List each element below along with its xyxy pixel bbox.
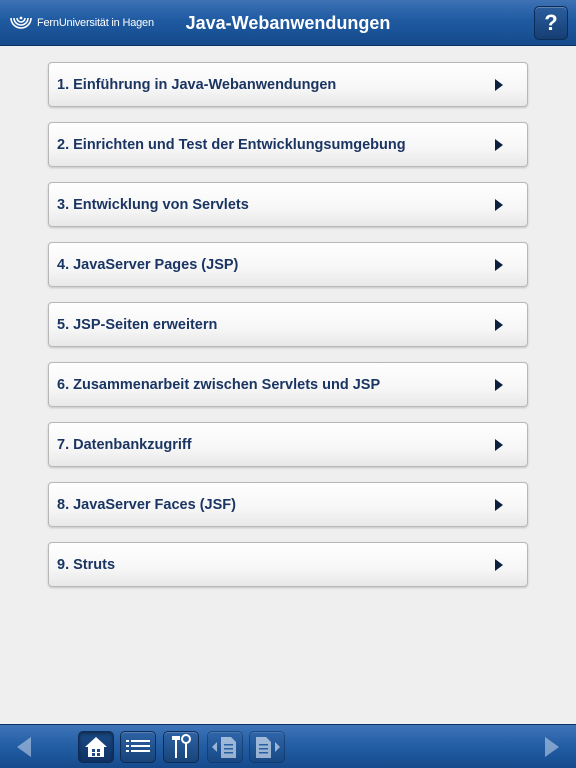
chevron-right-icon [495, 319, 503, 331]
chapter-label: 7. Datenbankzugriff [57, 437, 192, 453]
next-page-button[interactable] [249, 731, 285, 763]
chevron-right-icon [495, 199, 503, 211]
help-button[interactable]: ? [534, 6, 568, 40]
bottom-toolbar [0, 724, 576, 768]
chevron-right-icon [495, 439, 503, 451]
chevron-right-icon [495, 379, 503, 391]
chevron-right-icon [495, 139, 503, 151]
chevron-right-icon [495, 79, 503, 91]
chapter-item-7[interactable]: 7. Datenbankzugriff [48, 422, 528, 467]
chapter-label: 3. Entwicklung von Servlets [57, 197, 249, 213]
tools-button[interactable] [163, 731, 199, 763]
chevron-right-icon [495, 259, 503, 271]
page-title: Java-Webanwendungen [185, 13, 391, 33]
chapter-label: 2. Einrichten und Test der Entwicklungsu… [57, 137, 406, 153]
contents-button[interactable] [120, 731, 156, 763]
chapter-item-5[interactable]: 5. JSP-Seiten erweitern [48, 302, 528, 347]
home-button[interactable] [78, 731, 114, 763]
chapter-item-2[interactable]: 2. Einrichten und Test der Entwicklungsu… [48, 122, 528, 167]
chapter-item-4[interactable]: 4. JavaServer Pages (JSP) [48, 242, 528, 287]
chapter-item-3[interactable]: 3. Entwicklung von Servlets [48, 182, 528, 227]
tools-icon [172, 734, 191, 758]
chapter-label: 4. JavaServer Pages (JSP) [57, 257, 239, 273]
chapter-item-9[interactable]: 9. Struts [48, 542, 528, 587]
previous-page-button[interactable] [207, 731, 243, 763]
list-icon [126, 740, 150, 752]
forward-arrow-icon [545, 737, 559, 757]
chapter-label: 9. Struts [57, 557, 116, 573]
chapter-list: 1. Einführung in Java-Webanwendungen 2. … [48, 62, 528, 602]
next-page-icon [256, 737, 280, 758]
back-arrow-icon [17, 737, 31, 757]
header-bar: FernUniversität in Hagen Java-Webanwendu… [0, 0, 576, 46]
chapter-item-8[interactable]: 8. JavaServer Faces (JSF) [48, 482, 528, 527]
home-icon [85, 737, 107, 757]
chapter-label: 1. Einführung in Java-Webanwendungen [57, 77, 337, 93]
chapter-label: 8. JavaServer Faces (JSF) [57, 497, 236, 513]
previous-page-icon [212, 737, 236, 758]
chapter-item-1[interactable]: 1. Einführung in Java-Webanwendungen [48, 62, 528, 107]
forward-button[interactable] [534, 731, 570, 763]
chapter-label: 6. Zusammenarbeit zwischen Servlets und … [57, 377, 381, 393]
chapter-label: 5. JSP-Seiten erweitern [57, 317, 218, 333]
chevron-right-icon [495, 559, 503, 571]
chevron-right-icon [495, 499, 503, 511]
back-button[interactable] [6, 731, 42, 763]
help-icon: ? [544, 10, 558, 35]
chapter-item-6[interactable]: 6. Zusammenarbeit zwischen Servlets und … [48, 362, 528, 407]
app-screen: FernUniversität in Hagen Java-Webanwendu… [0, 0, 576, 768]
